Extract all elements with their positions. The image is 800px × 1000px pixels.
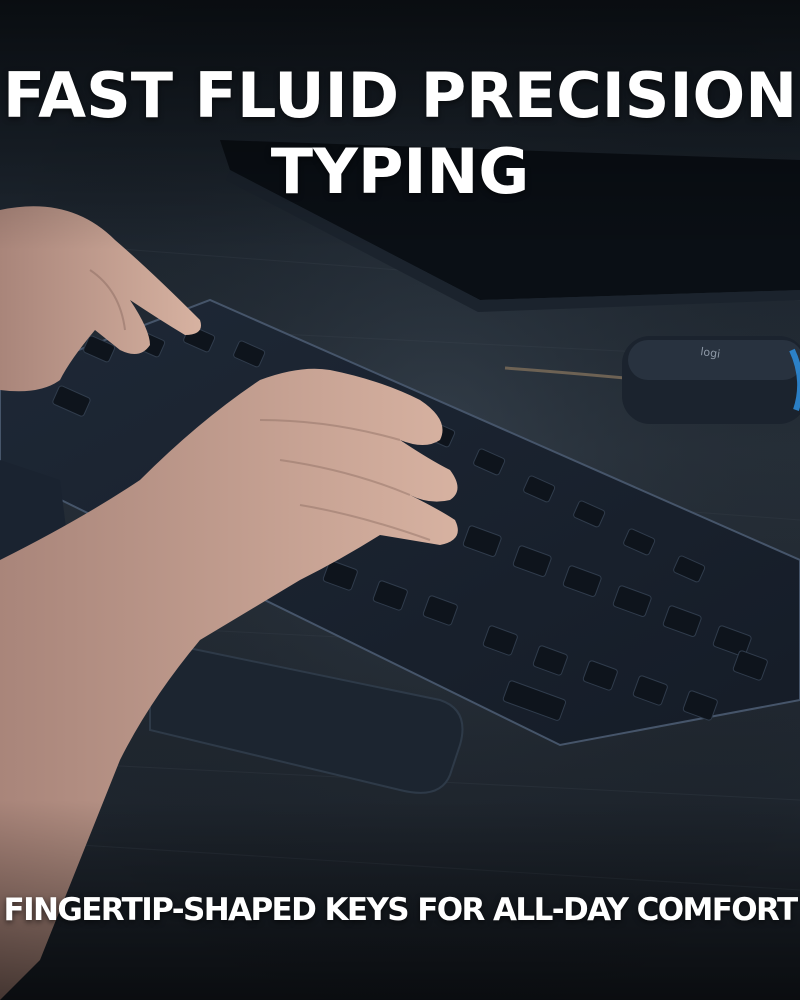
headline: FAST FLUID PRECISION TYPING [0,58,800,210]
tagline: FINGERTIP-SHAPED KEYS FOR ALL-DAY COMFOR… [3,892,799,928]
headline-line-2: TYPING [270,135,530,208]
product-hero: logi [0,0,800,1000]
headline-line-1: FAST FLUID PRECISION [2,59,798,132]
